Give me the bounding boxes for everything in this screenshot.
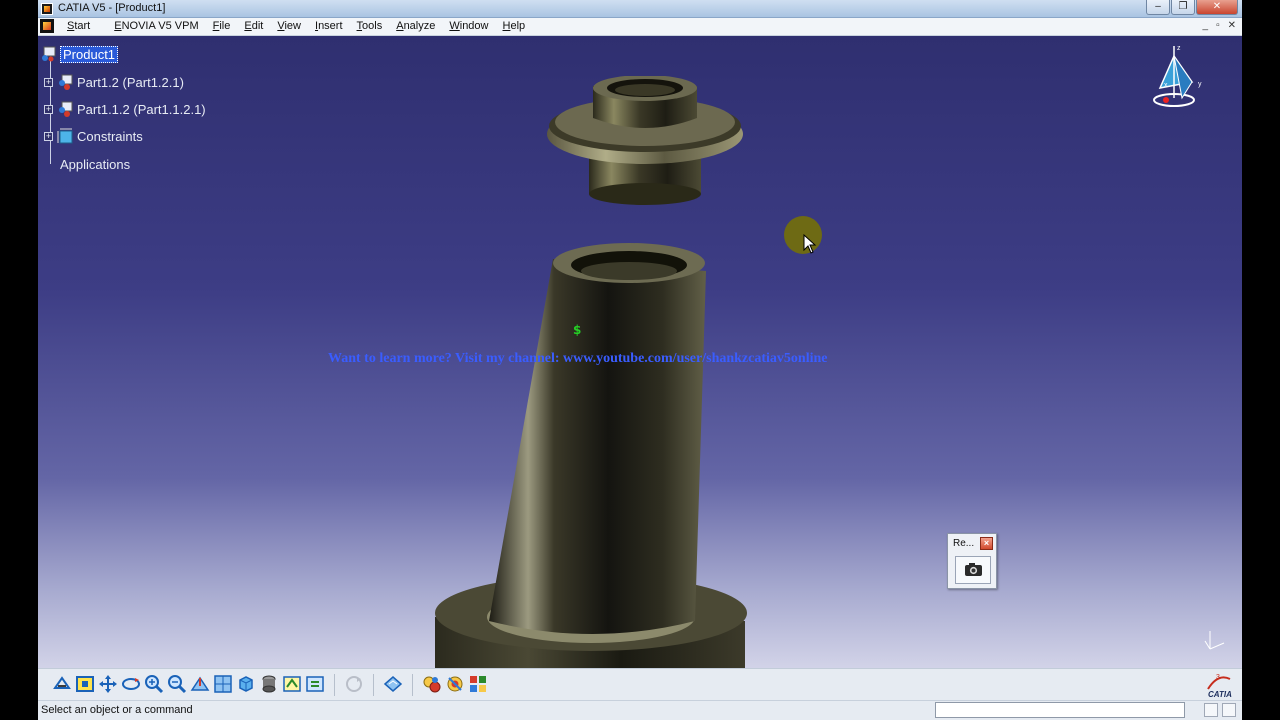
status-stop-icon[interactable] bbox=[1204, 703, 1218, 717]
expand-icon[interactable]: + bbox=[44, 104, 53, 114]
update-icon[interactable] bbox=[344, 674, 364, 694]
menu-insert[interactable]: Insert bbox=[308, 20, 350, 32]
menu-tools[interactable]: Tools bbox=[350, 20, 390, 32]
toolbar-separator bbox=[334, 674, 335, 696]
part-icon bbox=[57, 101, 73, 117]
view-toolbar: 3 CATIA bbox=[38, 668, 1242, 700]
menu-edit[interactable]: Edit bbox=[237, 20, 270, 32]
command-input[interactable] bbox=[935, 702, 1185, 718]
doc-minimize-icon[interactable]: _ bbox=[1203, 20, 1209, 31]
menu-start[interactable]: Start bbox=[60, 20, 97, 32]
menu-bar: Start ENOVIA V5 VPM File Edit View Inser… bbox=[38, 18, 1242, 36]
tree-node-label[interactable]: Part1.2 (Part1.2.1) bbox=[77, 75, 184, 90]
title-bar: CATIA V5 - [Product1] – ❐ ✕ bbox=[38, 0, 1242, 18]
multi-view-icon[interactable] bbox=[213, 674, 233, 694]
restore-button[interactable]: ❐ bbox=[1171, 0, 1195, 15]
status-buttons bbox=[1204, 703, 1236, 717]
status-bar: Select an object or a command bbox=[38, 700, 1242, 720]
compass-icon[interactable]: z y x bbox=[1142, 42, 1212, 112]
zoom-out-icon[interactable] bbox=[167, 674, 187, 694]
mouse-cursor-icon bbox=[803, 233, 817, 259]
floating-toolbar-title: Re... bbox=[953, 538, 975, 549]
catalog-browser-icon[interactable] bbox=[383, 674, 403, 694]
floating-toolbar[interactable]: Re... × bbox=[947, 533, 997, 589]
assembly-constraints-icon[interactable] bbox=[422, 674, 442, 694]
doc-restore-icon[interactable]: ▫ bbox=[1216, 20, 1220, 31]
manipulation-icon[interactable] bbox=[445, 674, 465, 694]
toolbar-separator bbox=[373, 674, 374, 696]
tree-node-applications[interactable]: Applications bbox=[60, 154, 130, 174]
tree-node-part1-1-2[interactable]: + Part1.1.2 (Part1.1.2.1) bbox=[44, 99, 206, 119]
close-button[interactable]: ✕ bbox=[1196, 0, 1238, 15]
left-border bbox=[0, 0, 38, 720]
specification-tree: Product1 + Part1.2 (Part1.2.1) + Part1.1… bbox=[40, 40, 280, 180]
document-menu-icon[interactable] bbox=[40, 19, 54, 33]
bushing-part[interactable] bbox=[543, 75, 753, 216]
normal-view-icon[interactable] bbox=[190, 674, 210, 694]
swap-visible-space-icon[interactable] bbox=[305, 674, 325, 694]
expand-icon[interactable]: + bbox=[44, 131, 53, 141]
capture-camera-button[interactable] bbox=[955, 556, 991, 584]
menu-items: Start ENOVIA V5 VPM File Edit View Inser… bbox=[60, 20, 532, 32]
catia-window: CATIA V5 - [Product1] – ❐ ✕ Start ENOVIA… bbox=[0, 0, 1280, 720]
menu-window[interactable]: Window bbox=[442, 20, 495, 32]
tree-node-part1-2[interactable]: + Part1.2 (Part1.2.1) bbox=[44, 72, 184, 92]
catia-app-icon[interactable] bbox=[41, 3, 53, 15]
floating-toolbar-close-icon[interactable]: × bbox=[980, 537, 993, 550]
3d-viewport[interactable]: Product1 + Part1.2 (Part1.2.1) + Part1.1… bbox=[38, 36, 1242, 668]
right-border bbox=[1242, 0, 1280, 720]
minimize-button[interactable]: – bbox=[1146, 0, 1170, 15]
explode-icon[interactable] bbox=[468, 674, 488, 694]
rotate-icon[interactable] bbox=[121, 674, 141, 694]
svg-text:3: 3 bbox=[1216, 674, 1220, 681]
part-icon bbox=[57, 74, 73, 90]
hide-show-icon[interactable] bbox=[282, 674, 302, 694]
tree-root-label[interactable]: Product1 bbox=[60, 45, 119, 63]
menu-enovia[interactable]: ENOVIA V5 VPM bbox=[107, 20, 205, 32]
conical-sleeve-part[interactable]: $ bbox=[433, 241, 753, 668]
toolbar-separator bbox=[412, 674, 413, 696]
svg-text:z: z bbox=[1177, 45, 1181, 52]
status-message: Select an object or a command bbox=[41, 704, 193, 716]
isometric-view-icon[interactable] bbox=[236, 674, 256, 694]
menu-help[interactable]: Help bbox=[496, 20, 533, 32]
constraints-icon bbox=[57, 128, 73, 144]
window-controls: – ❐ ✕ bbox=[1146, 0, 1238, 16]
pan-icon[interactable] bbox=[98, 674, 118, 694]
document-controls: _ ▫ ✕ bbox=[1203, 20, 1237, 31]
tree-node-label[interactable]: Applications bbox=[60, 157, 130, 172]
doc-close-icon[interactable]: ✕ bbox=[1228, 20, 1236, 31]
window-title: CATIA V5 - [Product1] bbox=[58, 2, 166, 14]
channel-watermark: Want to learn more? Visit my channel: ww… bbox=[328, 351, 828, 366]
svg-text:CATIA: CATIA bbox=[1208, 690, 1232, 699]
product-icon bbox=[40, 46, 56, 62]
catia-logo-icon: 3 CATIA bbox=[1202, 671, 1236, 699]
shading-icon[interactable] bbox=[259, 674, 279, 694]
zoom-in-icon[interactable] bbox=[144, 674, 164, 694]
fit-all-in-icon[interactable] bbox=[75, 674, 95, 694]
fly-mode-icon[interactable] bbox=[52, 674, 72, 694]
expand-icon[interactable]: + bbox=[44, 77, 53, 87]
svg-text:x: x bbox=[1164, 82, 1168, 89]
svg-text:$: $ bbox=[573, 323, 581, 337]
axis-indicator-icon bbox=[1204, 627, 1228, 658]
tree-node-label[interactable]: Constraints bbox=[77, 129, 143, 144]
view-tools-group bbox=[52, 674, 488, 696]
tree-node-label[interactable]: Part1.1.2 (Part1.1.2.1) bbox=[77, 102, 206, 117]
menu-view[interactable]: View bbox=[270, 20, 308, 32]
menu-file[interactable]: File bbox=[206, 20, 238, 32]
status-power-input-icon[interactable] bbox=[1222, 703, 1236, 717]
svg-text:y: y bbox=[1198, 81, 1202, 88]
tree-node-constraints[interactable]: + Constraints bbox=[44, 126, 143, 146]
tree-root-product1[interactable]: Product1 bbox=[40, 44, 119, 64]
menu-analyze[interactable]: Analyze bbox=[389, 20, 442, 32]
